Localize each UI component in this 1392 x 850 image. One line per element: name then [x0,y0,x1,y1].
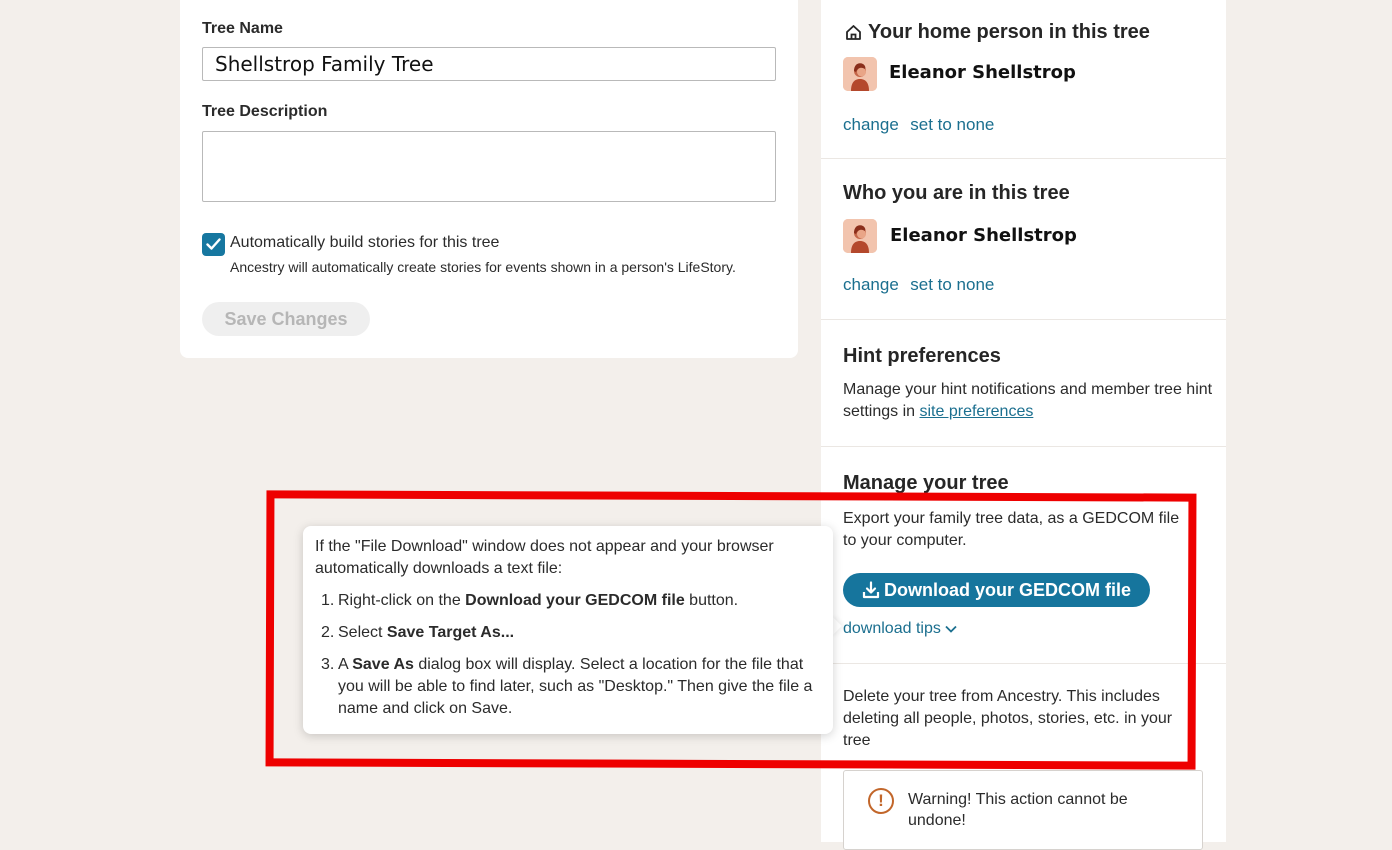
step-text-bold: Save Target As... [386,624,515,641]
download-icon [862,581,880,599]
tree-info-card: Tree Name Tree Description Automatically… [180,0,798,358]
step-text-pre: Select [338,624,387,641]
step-text-bold: Download your GEDCOM file [465,592,685,609]
hint-preferences-text: Manage your hint notifications and membe… [843,379,1213,423]
home-person-section: Your home person in this tree Eleanor Sh… [821,0,1226,159]
step-text: Select Save Target As... [338,624,514,641]
self-person-name[interactable]: Eleanor Shellstrop [890,225,1077,246]
step-text-post: button. [684,592,739,609]
self-person-change-link[interactable]: change [843,275,899,294]
tooltip-steps: 1. Right-click on the Download your GEDC… [315,590,825,730]
download-tips-label: download tips [843,620,941,637]
home-person-name[interactable]: Eleanor Shellstrop [889,62,1076,83]
save-changes-button[interactable]: Save Changes [202,302,370,336]
chevron-down-icon [945,625,957,633]
download-gedcom-button[interactable]: Download your GEDCOM file [843,573,1150,607]
tree-description-textarea[interactable] [202,131,776,202]
download-tips-tooltip: If the "File Download" window does not a… [303,526,833,734]
manage-tree-title: Manage your tree [843,472,1009,494]
step-number: 1. [321,592,335,609]
home-person-actions: change set to none [843,115,994,135]
checkmark-icon [206,238,221,250]
self-person-set-none-link[interactable]: set to none [910,275,994,294]
auto-stories-help: Ancestry will automatically create stori… [230,259,736,275]
step-number: 2. [321,624,335,641]
site-preferences-link[interactable]: site preferences [920,403,1034,420]
step-text-bold: Save As [352,656,414,673]
download-tips-toggle[interactable]: download tips [843,620,957,638]
self-person-actions: change set to none [843,275,994,295]
delete-tree-description: Delete your tree from Ancestry. This inc… [843,688,1173,749]
step-text: Right-click on the Download your GEDCOM … [338,592,738,609]
tree-settings-sidebar: Your home person in this tree Eleanor Sh… [821,0,1226,850]
person-avatar-icon [843,219,877,253]
hint-preferences-title: Hint preferences [843,345,1001,367]
who-you-are-section: Who you are in this tree Eleanor Shellst… [821,159,1226,320]
person-avatar-icon [843,57,877,91]
warning-icon: ! [868,788,894,814]
tooltip-step: 1. Right-click on the Download your GEDC… [315,590,825,612]
tree-name-input[interactable] [202,47,776,81]
home-person-change-link[interactable]: change [843,115,899,134]
download-gedcom-label: Download your GEDCOM file [883,579,1131,600]
step-number: 3. [321,656,335,673]
home-person-title: Your home person in this tree [868,21,1150,43]
step-text-pre: A [338,656,353,673]
step-text-pre: Right-click on the [338,592,466,609]
avatar[interactable] [843,57,877,91]
warning-text: Warning! This action cannot be undone! [908,791,1128,829]
tooltip-intro: If the "File Download" window does not a… [315,538,774,577]
tooltip-step: 3. A Save As dialog box will display. Se… [315,654,825,720]
export-description: Export your family tree data, as a GEDCO… [843,510,1180,549]
delete-warning-box: ! Warning! This action cannot be undone! [843,770,1203,850]
avatar[interactable] [843,219,877,253]
auto-stories-label[interactable]: Automatically build stories for this tre… [230,234,499,252]
home-person-set-none-link[interactable]: set to none [910,115,994,134]
tree-name-label: Tree Name [202,20,283,37]
tree-description-label: Tree Description [202,103,328,120]
home-icon [846,25,861,40]
who-you-are-title: Who you are in this tree [843,182,1070,204]
auto-stories-checkbox[interactable] [202,233,225,256]
tooltip-step: 2. Select Save Target As... [315,622,825,644]
hint-preferences-section: Hint preferences Manage your hint notifi… [821,320,1226,447]
step-text: A Save As dialog box will display. Selec… [338,656,812,717]
